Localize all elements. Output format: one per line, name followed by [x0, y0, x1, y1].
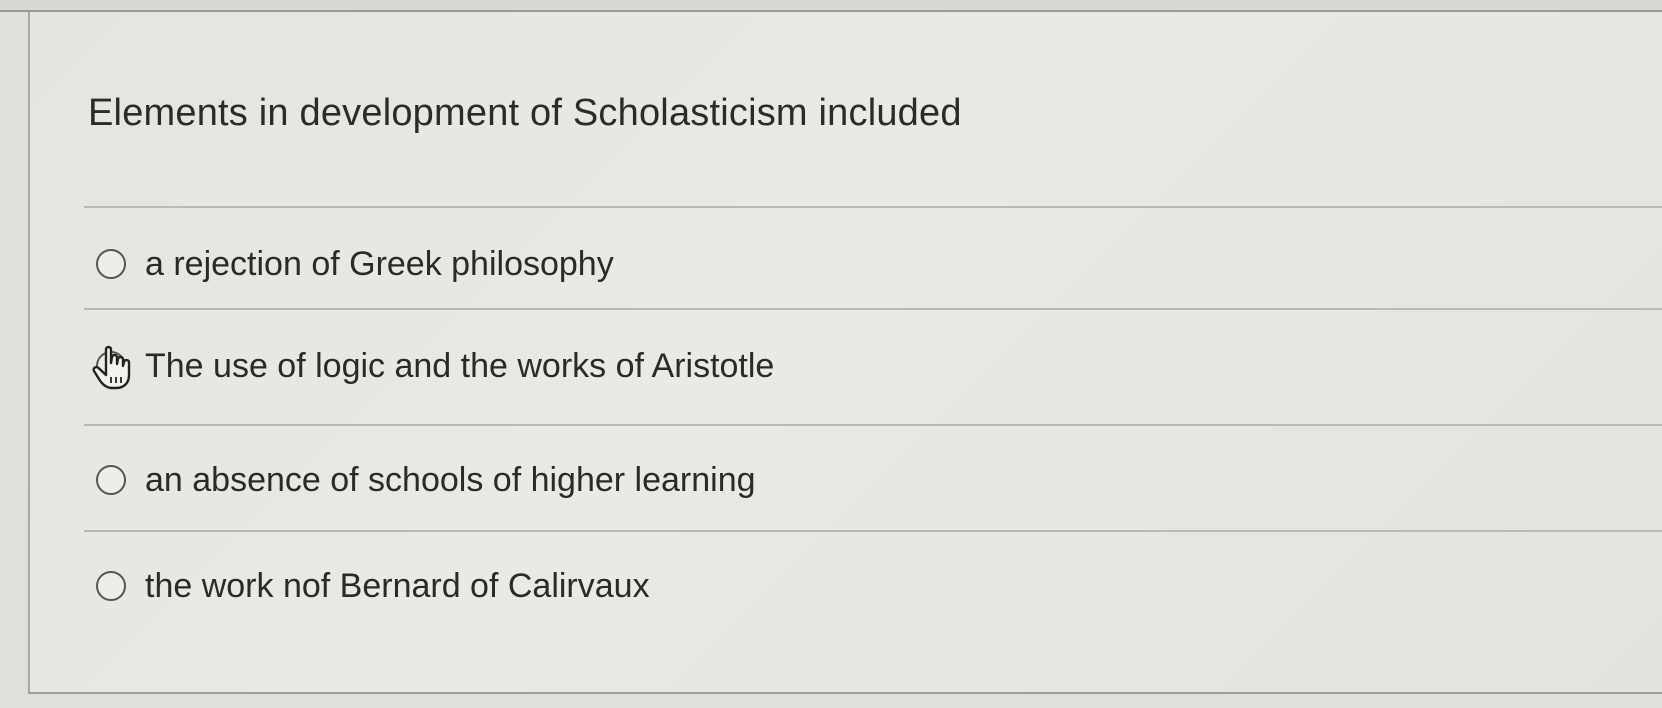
question-text: Elements in development of Scholasticism… — [88, 92, 962, 134]
answer-option-label: an absence of schools of higher learning — [145, 460, 756, 499]
divider — [84, 530, 1662, 532]
answer-option-label: a rejection of Greek philosophy — [145, 244, 614, 283]
answer-option-2[interactable]: The use of logic and the works of Aristo… — [92, 342, 775, 390]
radio-button[interactable] — [96, 571, 126, 601]
divider — [84, 424, 1662, 426]
radio-button[interactable] — [96, 465, 126, 495]
top-border — [0, 0, 1662, 12]
hand-pointer-icon — [92, 345, 131, 390]
answer-option-3[interactable]: an absence of schools of higher learning — [96, 456, 756, 504]
answer-option-label: The use of logic and the works of Aristo… — [145, 346, 775, 385]
answer-option-1[interactable]: a rejection of Greek philosophy — [96, 240, 614, 288]
radio-button[interactable] — [92, 345, 131, 390]
divider — [84, 308, 1662, 310]
answer-option-label: the work nof Bernard of Calirvaux — [145, 566, 650, 605]
divider — [84, 206, 1662, 208]
radio-button[interactable] — [96, 249, 126, 279]
answer-option-4[interactable]: the work nof Bernard of Calirvaux — [96, 562, 650, 610]
